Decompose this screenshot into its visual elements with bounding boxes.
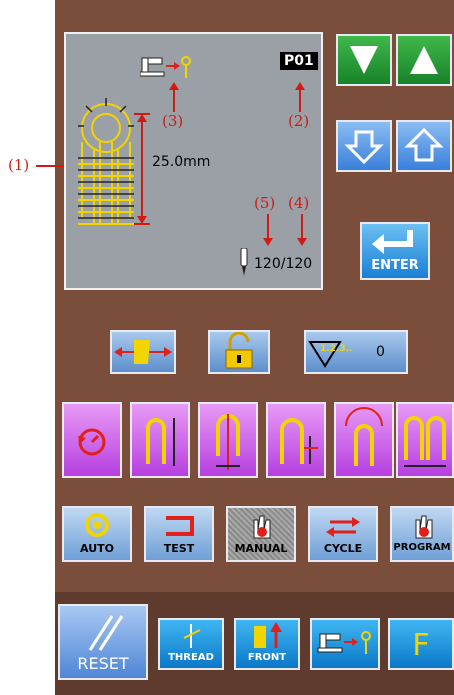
threader-button[interactable] — [310, 618, 380, 670]
front-icon — [254, 622, 282, 648]
thread-needle-icon — [183, 624, 201, 648]
reset-slash-icon — [88, 615, 124, 651]
annotation-3-arrow — [169, 82, 179, 112]
cycle-reset-button[interactable] — [62, 402, 122, 478]
unlock-icon — [225, 331, 253, 369]
reset-label: RESET — [77, 654, 129, 673]
knife-width-button[interactable] — [198, 402, 258, 478]
counter-button[interactable]: 1.2.3.. 0 — [304, 330, 408, 374]
thread-label: THREAD — [168, 652, 214, 663]
bar-tack-icon — [404, 416, 446, 467]
up-triangle-icon — [410, 46, 438, 74]
stitch-density-icon — [280, 418, 318, 464]
annotation-5: (5) — [254, 194, 276, 212]
counter-reset-icon — [78, 428, 106, 456]
dimension-line — [134, 113, 150, 225]
function-button[interactable]: F — [388, 618, 454, 670]
cycle-icon — [326, 517, 360, 537]
annotation-2: (2) — [288, 112, 310, 130]
front-button[interactable]: FRONT — [234, 618, 300, 670]
cut-length-icon — [146, 418, 175, 466]
stitch-count: 120/120 — [254, 256, 313, 272]
auto-label: AUTO — [80, 542, 114, 555]
manual-label: MANUAL — [234, 542, 288, 555]
display-screen: P01 (3) (2) 25.0mm (5) (4) 120/120 — [64, 32, 323, 290]
move-icon — [114, 340, 172, 364]
annotation-5-arrow — [263, 214, 273, 246]
stitch-density-button[interactable] — [266, 402, 326, 478]
machine-to-eye-icon — [317, 631, 371, 654]
prev-item-button[interactable] — [336, 120, 392, 172]
eye-shape-button[interactable] — [334, 402, 394, 478]
function-label: F — [412, 628, 430, 663]
front-label: FRONT — [247, 652, 287, 663]
needle-icon — [240, 248, 248, 276]
annotation-2-arrow — [295, 82, 305, 112]
down-triangle-icon — [350, 46, 378, 74]
manual-hand-icon — [253, 515, 271, 539]
pattern-number: P01 — [280, 52, 318, 70]
test-label: TEST — [163, 542, 195, 555]
down-button[interactable] — [336, 34, 392, 86]
enter-button[interactable]: ENTER — [360, 222, 430, 280]
auto-mode-button[interactable]: AUTO — [62, 506, 132, 562]
cycle-mode-button[interactable]: CYCLE — [308, 506, 378, 562]
size-value: 25.0mm — [152, 154, 211, 170]
program-hand-icon — [415, 515, 433, 539]
next-item-button[interactable] — [396, 120, 452, 172]
unlock-button[interactable] — [208, 330, 270, 374]
arrow-down-icon — [344, 130, 384, 165]
enter-label: ENTER — [371, 258, 419, 273]
test-mode-button[interactable]: TEST — [144, 506, 214, 562]
annotation-4-arrow — [297, 214, 307, 246]
enter-arrow-icon — [372, 230, 413, 254]
program-mode-button[interactable]: PROGRAM — [390, 506, 454, 562]
counter-label: 1.2.3.. — [320, 344, 353, 354]
reset-button[interactable]: RESET — [58, 604, 148, 680]
arrow-up-icon — [404, 127, 444, 162]
eye-shape-icon — [345, 407, 383, 466]
thread-button[interactable]: THREAD — [158, 618, 224, 670]
manual-mode-button[interactable]: MANUAL — [226, 506, 296, 562]
annotation-4: (4) — [288, 194, 310, 212]
annotation-3: (3) — [162, 112, 184, 130]
counter-value: 0 — [376, 344, 385, 360]
knife-width-icon — [216, 414, 240, 470]
up-button[interactable] — [396, 34, 452, 86]
annotation-1: (1) — [8, 156, 30, 174]
test-icon — [166, 516, 194, 536]
bar-tack-button[interactable] — [396, 402, 454, 478]
auto-icon — [85, 513, 109, 537]
machine-to-eye-icon — [140, 56, 191, 78]
cycle-label: CYCLE — [323, 542, 363, 555]
program-label: PROGRAM — [393, 542, 451, 553]
length-button[interactable] — [130, 402, 190, 478]
move-pattern-button[interactable] — [110, 330, 176, 374]
